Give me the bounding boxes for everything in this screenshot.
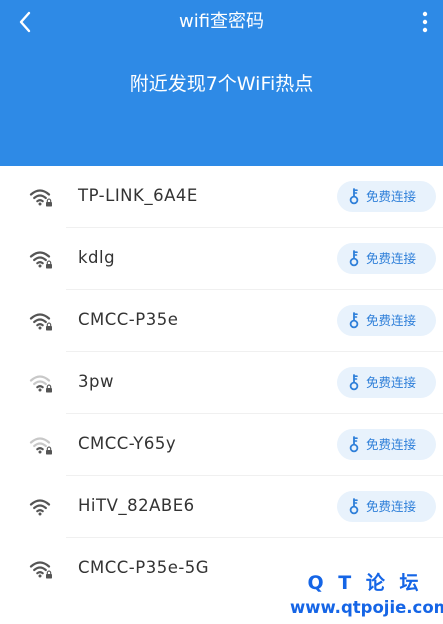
wifi-ssid: CMCC-P35e-5G [78,558,210,577]
wifi-signal-icon-wrap [29,249,53,269]
wifi-signal-icon-wrap [29,497,53,517]
free-connect-label: 免费连接 [366,251,417,266]
more-vertical-icon [422,11,428,33]
wifi-signal-icon [29,375,52,393]
key-icon-wrap [347,498,361,515]
watermark: Q T 论 坛 www.qtpojie.com [290,570,443,620]
wifi-ssid: HiTV_82ABE6 [78,496,195,515]
key-icon [349,436,359,453]
wifi-signal-icon [29,313,52,331]
wifi-list-item[interactable]: HiTV_82ABE6 免费连接 [0,476,443,538]
free-connect-button[interactable]: 免费连接 [337,367,436,398]
watermark-forum-name: Q T 论 坛 [307,572,423,594]
key-icon [349,374,359,391]
wifi-signal-icon-wrap [29,187,53,207]
free-connect-button[interactable]: 免费连接 [337,305,436,336]
free-connect-button[interactable]: 免费连接 [337,491,436,522]
wifi-ssid: 3pw [78,372,114,391]
wifi-signal-icon-wrap [29,311,53,331]
key-icon-wrap [347,188,361,205]
wifi-ssid: CMCC-P35e [78,310,179,329]
wifi-signal-icon [29,189,52,207]
key-icon-wrap [347,374,361,391]
wifi-list: TP-LINK_6A4E 免费连接 kdlg 免费连接 CMCC-P35e 免费连接 3pw… [0,166,443,600]
key-icon [349,188,359,205]
wifi-signal-icon [29,437,52,455]
wifi-signal-icon [29,561,52,579]
wifi-signal-icon-wrap [29,559,53,579]
wifi-signal-icon [29,499,51,516]
free-connect-button[interactable]: 免费连接 [337,181,436,212]
nearby-wifi-summary: 附近发现7个WiFi热点 [129,73,314,95]
key-icon [349,250,359,267]
free-connect-label: 免费连接 [366,499,417,514]
top-bar: wifi查密码 [0,0,443,44]
wifi-ssid: CMCC-Y65y [78,434,177,453]
wifi-ssid: TP-LINK_6A4E [78,186,198,205]
wifi-signal-icon [29,251,52,269]
free-connect-label: 免费连接 [366,313,417,328]
watermark-url: www.qtpojie.com [290,598,443,617]
wifi-signal-icon-wrap [29,373,53,393]
wifi-list-item[interactable]: TP-LINK_6A4E 免费连接 [0,166,443,228]
free-connect-label: 免费连接 [366,437,417,452]
free-connect-button[interactable]: 免费连接 [337,429,436,460]
key-icon-wrap [347,250,361,267]
page-title: wifi查密码 [178,11,265,32]
wifi-ssid: kdlg [78,248,116,267]
wifi-list-item[interactable]: CMCC-Y65y 免费连接 [0,414,443,476]
key-icon [349,498,359,515]
wifi-list-item[interactable]: CMCC-P35e 免费连接 [0,290,443,352]
header: wifi查密码 附近发现7个WiFi热点 [0,0,443,166]
key-icon-wrap [347,436,361,453]
key-icon [349,312,359,329]
wifi-list-item[interactable]: kdlg 免费连接 [0,228,443,290]
key-icon-wrap [347,312,361,329]
wifi-list-item[interactable]: 3pw 免费连接 [0,352,443,414]
wifi-signal-icon-wrap [29,435,53,455]
free-connect-label: 免费连接 [366,375,417,390]
more-menu-button[interactable] [415,10,435,34]
free-connect-label: 免费连接 [366,189,417,204]
free-connect-button[interactable]: 免费连接 [337,243,436,274]
